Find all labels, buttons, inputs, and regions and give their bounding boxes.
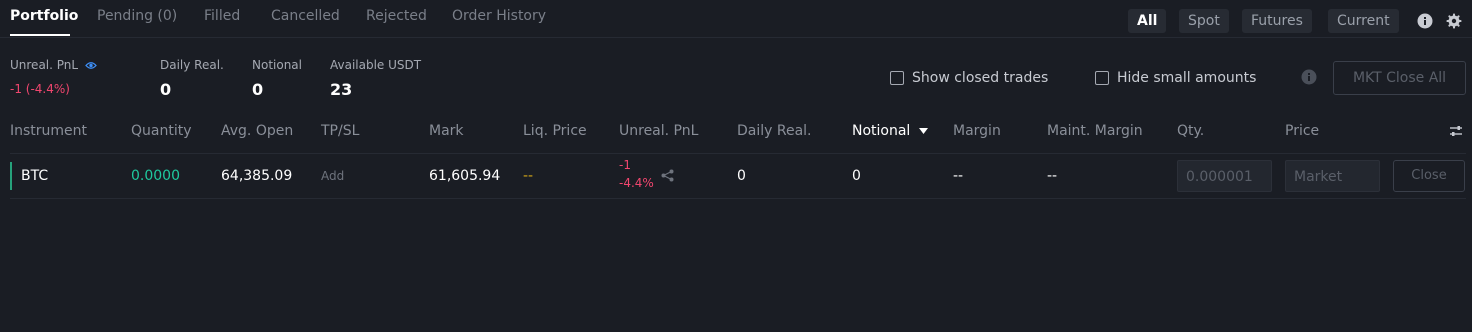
column-header: Mark [429, 123, 464, 139]
filter-all-button[interactable]: All [1128, 9, 1167, 33]
available-usdt-label: Available USDT [330, 58, 422, 72]
checkbox-box[interactable] [1095, 71, 1109, 85]
filter-spot-button[interactable]: Spot [1179, 9, 1229, 33]
mark-cell: 61,605.94 [429, 168, 501, 184]
share-icon[interactable] [661, 169, 674, 182]
checkbox-box[interactable] [890, 71, 904, 85]
tab-cancelled[interactable]: Cancelled [271, 8, 340, 24]
filter-current-button[interactable]: Current [1328, 9, 1399, 33]
filter-futures-button[interactable]: Futures [1242, 9, 1312, 33]
sort-down-icon [918, 128, 928, 134]
tpsl-add-link[interactable]: Add [321, 169, 344, 183]
info-icon[interactable] [1301, 69, 1317, 85]
column-header: Maint. Margin [1047, 123, 1143, 139]
available-usdt-value: 23 [330, 80, 353, 99]
liq-price-cell: -- [523, 168, 534, 184]
close-position-button[interactable]: Close [1393, 160, 1465, 192]
unreal-pnl-percent: -4.4% [619, 176, 654, 190]
maint-margin-cell: -- [1047, 168, 1058, 184]
column-header: TP/SL [321, 123, 360, 139]
unreal-pnl-label-text: Unreal. PnL [10, 58, 79, 72]
column-header: Price [1285, 123, 1320, 139]
column-header: Margin [953, 123, 1001, 139]
column-header: Quantity [131, 123, 192, 139]
instrument-cell[interactable]: BTC [21, 168, 48, 184]
column-header: Instrument [10, 123, 88, 139]
tab-order-history[interactable]: Order History [452, 8, 546, 24]
column-settings-icon[interactable] [1449, 124, 1463, 138]
tab-rejected[interactable]: Rejected [366, 8, 427, 24]
column-header: Avg. Open [221, 123, 294, 139]
column-header: Liq. Price [523, 123, 587, 139]
gear-icon[interactable] [1446, 13, 1462, 29]
unreal-pnl-value: -1 (-4.4%) [10, 82, 70, 96]
notional-cell: 0 [852, 168, 861, 184]
margin-cell: -- [953, 168, 964, 184]
daily-real-cell: 0 [737, 168, 746, 184]
active-tab-indicator [10, 34, 70, 36]
mkt-close-all-button[interactable]: MKT Close All [1333, 61, 1466, 95]
close-price-input[interactable]: Market [1285, 160, 1380, 192]
eye-icon[interactable] [85, 61, 97, 70]
info-icon[interactable] [1417, 13, 1433, 29]
divider [10, 198, 1466, 199]
column-header: Qty. [1177, 123, 1205, 139]
close-qty-input[interactable]: 0.000001 [1177, 160, 1272, 192]
tab-pending[interactable]: Pending (0) [97, 8, 177, 24]
positions-panel: Portfolio Pending (0) Filled Cancelled R… [0, 0, 1472, 332]
long-position-marker [10, 162, 12, 190]
unreal-pnl-cell: -1 [619, 158, 631, 172]
tab-filled[interactable]: Filled [204, 8, 240, 24]
daily-real-value: 0 [160, 80, 172, 99]
column-header-label: Notional [852, 123, 911, 139]
hide-small-amounts-label: Hide small amounts [1117, 70, 1257, 86]
unreal-pnl-label: Unreal. PnL [10, 58, 97, 72]
notional-label: Notional [252, 58, 302, 72]
daily-real-label: Daily Real. [160, 58, 224, 72]
column-header-notional[interactable]: Notional [852, 123, 928, 139]
divider [10, 153, 1466, 154]
tab-portfolio[interactable]: Portfolio [10, 8, 78, 24]
notional-value: 0 [252, 80, 264, 99]
hide-small-amounts-checkbox[interactable]: Hide small amounts [1095, 70, 1256, 86]
column-header: Unreal. PnL [619, 123, 699, 139]
quantity-cell: 0.0000 [131, 168, 180, 184]
show-closed-trades-checkbox[interactable]: Show closed trades [890, 70, 1048, 86]
column-header: Daily Real. [737, 123, 812, 139]
tab-bar: Portfolio Pending (0) Filled Cancelled R… [0, 0, 1472, 38]
avg-open-cell: 64,385.09 [221, 168, 293, 184]
show-closed-trades-label: Show closed trades [912, 70, 1049, 86]
